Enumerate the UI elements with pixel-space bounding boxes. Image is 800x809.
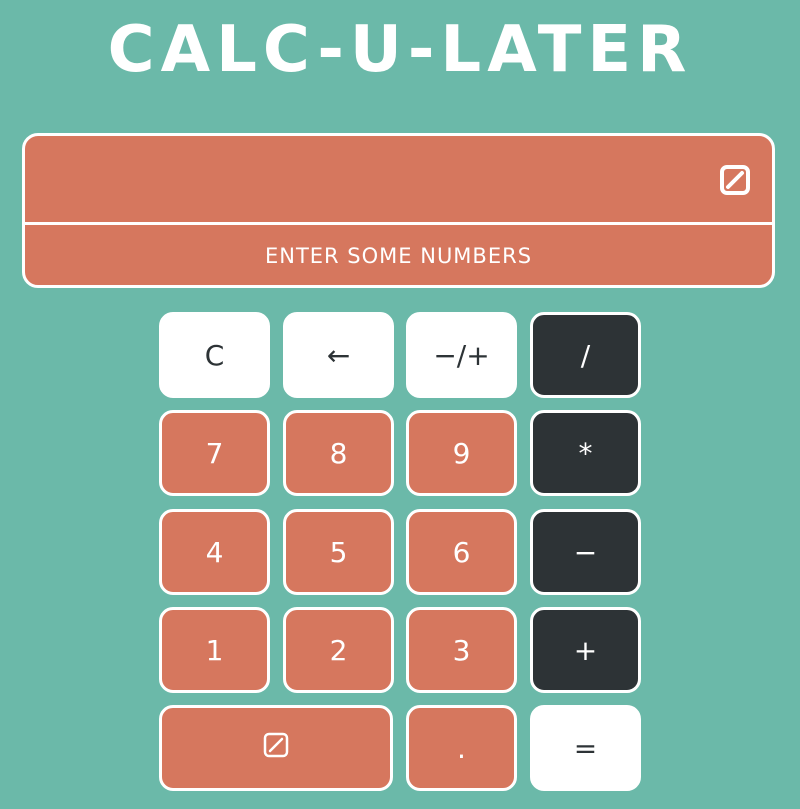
subtract-button[interactable]: − [530,509,641,595]
decimal-button[interactable]: . [406,705,517,791]
digit-2-button[interactable]: 2 [283,607,394,693]
digit-3-button[interactable]: 3 [406,607,517,693]
digit-5-button[interactable]: 5 [283,509,394,595]
slashed-zero-icon [263,732,289,765]
clear-button[interactable]: C [159,312,270,398]
negate-button[interactable]: −/+ [406,312,517,398]
display-value-area [25,136,772,225]
equals-button[interactable]: = [530,705,641,791]
calculator-display: ENTER SOME NUMBERS [22,133,775,288]
divide-button[interactable]: / [530,312,641,398]
digit-7-button[interactable]: 7 [159,410,270,496]
add-button[interactable]: + [530,607,641,693]
digit-8-button[interactable]: 8 [283,410,394,496]
multiply-button[interactable]: * [530,410,641,496]
digit-9-button[interactable]: 9 [406,410,517,496]
backspace-button[interactable]: ← [283,312,394,398]
app-title: CALC-U-LATER [107,13,693,87]
calculator-app: CALC-U-LATER ENTER SOME NUMBERS C ← −/+ … [0,0,800,809]
display-message: ENTER SOME NUMBERS [264,244,533,268]
clear-entry-icon[interactable] [718,163,752,197]
digit-1-button[interactable]: 1 [159,607,270,693]
digit-0-button[interactable] [159,705,393,791]
digit-6-button[interactable]: 6 [406,509,517,595]
digit-4-button[interactable]: 4 [159,509,270,595]
